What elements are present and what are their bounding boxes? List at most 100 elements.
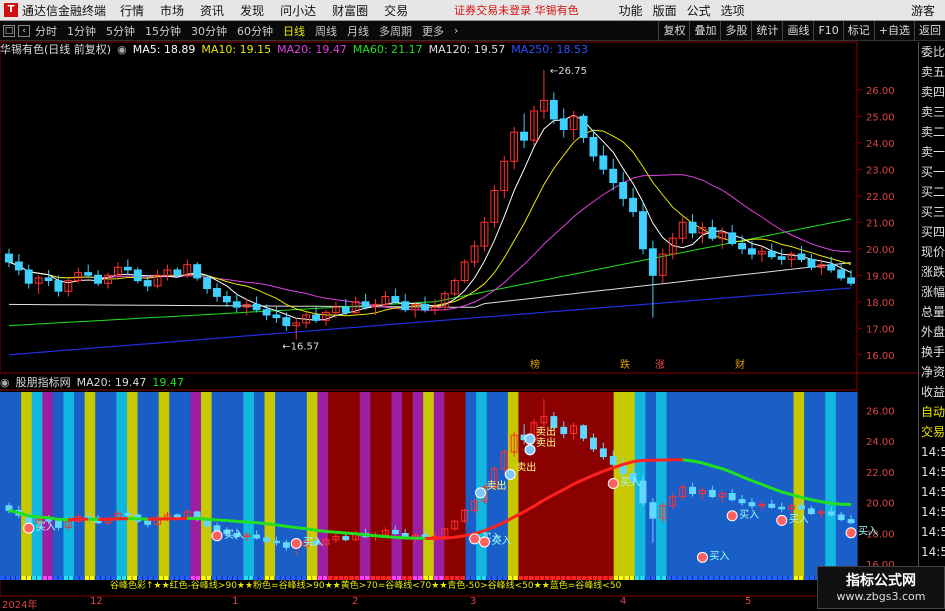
sell-signal-icon[interactable]: [505, 469, 515, 479]
sub-candle-body: [214, 526, 220, 531]
candle-body: [620, 183, 627, 199]
stock-title[interactable]: 华锡有色(日线 前复权): [0, 41, 111, 57]
band-strip-cell: [280, 576, 285, 580]
indicator-band: [11, 392, 22, 576]
sell-signal-icon[interactable]: [525, 445, 535, 455]
band-strip-cell: [608, 576, 613, 580]
buy-signal-icon[interactable]: [291, 538, 301, 548]
band-strip-cell: [391, 576, 396, 580]
trend-line-segment: [633, 460, 643, 461]
sub-candle-body: [838, 515, 844, 520]
sell-signal-icon[interactable]: [475, 488, 485, 498]
ma20-line: [9, 175, 851, 311]
band-strip-cell: [545, 576, 550, 580]
trend-line-segment: [336, 532, 346, 533]
candle-body: [45, 278, 52, 281]
indicator-name[interactable]: 股朋指标网: [16, 374, 71, 390]
indicator-band: [688, 392, 699, 576]
band-strip-cell: [291, 576, 296, 580]
watermark-line2: www.zbgs3.com: [818, 590, 944, 603]
ma250-label: MA250: 18.53: [511, 43, 588, 56]
x-axis-tick-label: 4: [620, 596, 626, 607]
band-strip-cell: [566, 576, 571, 580]
sub-candle-body: [828, 512, 834, 515]
indicator-band: [836, 392, 847, 576]
indicator-band: [656, 392, 667, 576]
buy-signal-icon[interactable]: [479, 537, 489, 547]
candle-body: [521, 132, 528, 140]
trend-line-segment: [227, 521, 237, 522]
event-marker[interactable]: 跌: [620, 358, 630, 371]
indicator-band: [825, 392, 836, 576]
buy-signal-icon[interactable]: [608, 479, 618, 489]
band-strip-cell: [42, 576, 47, 580]
event-marker[interactable]: 榜: [530, 358, 540, 371]
band-strip-cell: [444, 576, 449, 580]
buy-signal-icon[interactable]: [697, 552, 707, 562]
event-marker[interactable]: 涨: [655, 359, 665, 371]
indicator-dot-icon[interactable]: ◉: [0, 376, 10, 389]
buy-signal-icon[interactable]: [777, 515, 787, 525]
band-strip-cell: [53, 576, 58, 580]
band-strip-cell: [439, 576, 444, 580]
trend-line-segment: [257, 523, 267, 524]
buy-signal-label: 买入: [789, 513, 809, 525]
x-axis-tick-label: 3: [470, 596, 476, 607]
indicator-band: [201, 392, 212, 576]
candle-body: [610, 169, 617, 182]
sub-candle-body: [779, 507, 785, 509]
buy-signal-label: 买入: [224, 529, 244, 541]
sell-signal-icon[interactable]: [525, 434, 535, 444]
band-strip-cell: [249, 576, 254, 580]
band-strip-cell: [354, 576, 359, 580]
sub-candle-body: [46, 520, 52, 522]
indicator-band: [243, 392, 254, 576]
sell-signal-label: 卖出: [486, 479, 506, 492]
band-strip-cell: [783, 576, 788, 580]
band-strip-cell: [693, 576, 698, 580]
band-strip-cell: [48, 576, 53, 580]
band-strip-cell: [296, 576, 301, 580]
band-strip-cell: [217, 576, 222, 580]
band-strip-cell: [809, 576, 814, 580]
settings-dot-icon[interactable]: ◉: [117, 43, 127, 56]
buy-signal-icon[interactable]: [470, 534, 480, 544]
indicator-band: [32, 392, 43, 576]
buy-signal-icon[interactable]: [846, 528, 856, 538]
sub-candle-body: [561, 427, 567, 433]
indicator-band: [254, 392, 265, 576]
trend-line-segment: [296, 528, 306, 529]
band-strip-cell: [624, 576, 629, 580]
buy-signal-icon[interactable]: [727, 511, 737, 521]
trend-line-segment: [356, 534, 366, 535]
band-strip-cell: [672, 576, 677, 580]
sub-candle-body: [640, 481, 646, 503]
event-marker[interactable]: 财: [735, 358, 745, 371]
band-strip-cell: [407, 576, 412, 580]
trend-line-segment: [39, 517, 49, 518]
trend-line-segment: [385, 537, 395, 538]
band-strip-cell: [614, 576, 619, 580]
indicator-band: [53, 392, 64, 576]
candle-body: [580, 116, 587, 137]
band-strip-cell: [476, 576, 481, 580]
band-strip-cell: [555, 576, 560, 580]
band-strip-cell: [508, 576, 513, 580]
indicator-band: [159, 392, 170, 576]
buy-signal-icon[interactable]: [24, 523, 34, 533]
indicator-band: [402, 392, 413, 576]
candle-body: [253, 304, 260, 309]
band-strip-cell: [497, 576, 502, 580]
band-strip-cell: [159, 576, 164, 580]
candle-body: [768, 251, 775, 256]
watermark-line1: 指标公式网: [818, 570, 944, 590]
side-panel-row: 总量: [919, 302, 945, 322]
buy-signal-icon[interactable]: [212, 531, 222, 541]
indicator-band: [667, 392, 678, 576]
side-panel-row: 收益: [919, 382, 945, 402]
sub-candle-body: [343, 537, 349, 540]
y-tick-label: 17.00: [866, 324, 895, 335]
side-panel-row: 自动: [919, 402, 945, 422]
chart-canvas[interactable]: 26.0025.0024.0023.0022.0021.0020.0019.00…: [0, 0, 945, 609]
sub-chart-info: ◉ 股朋指标网 MA20: 19.47 19.47: [0, 375, 190, 389]
